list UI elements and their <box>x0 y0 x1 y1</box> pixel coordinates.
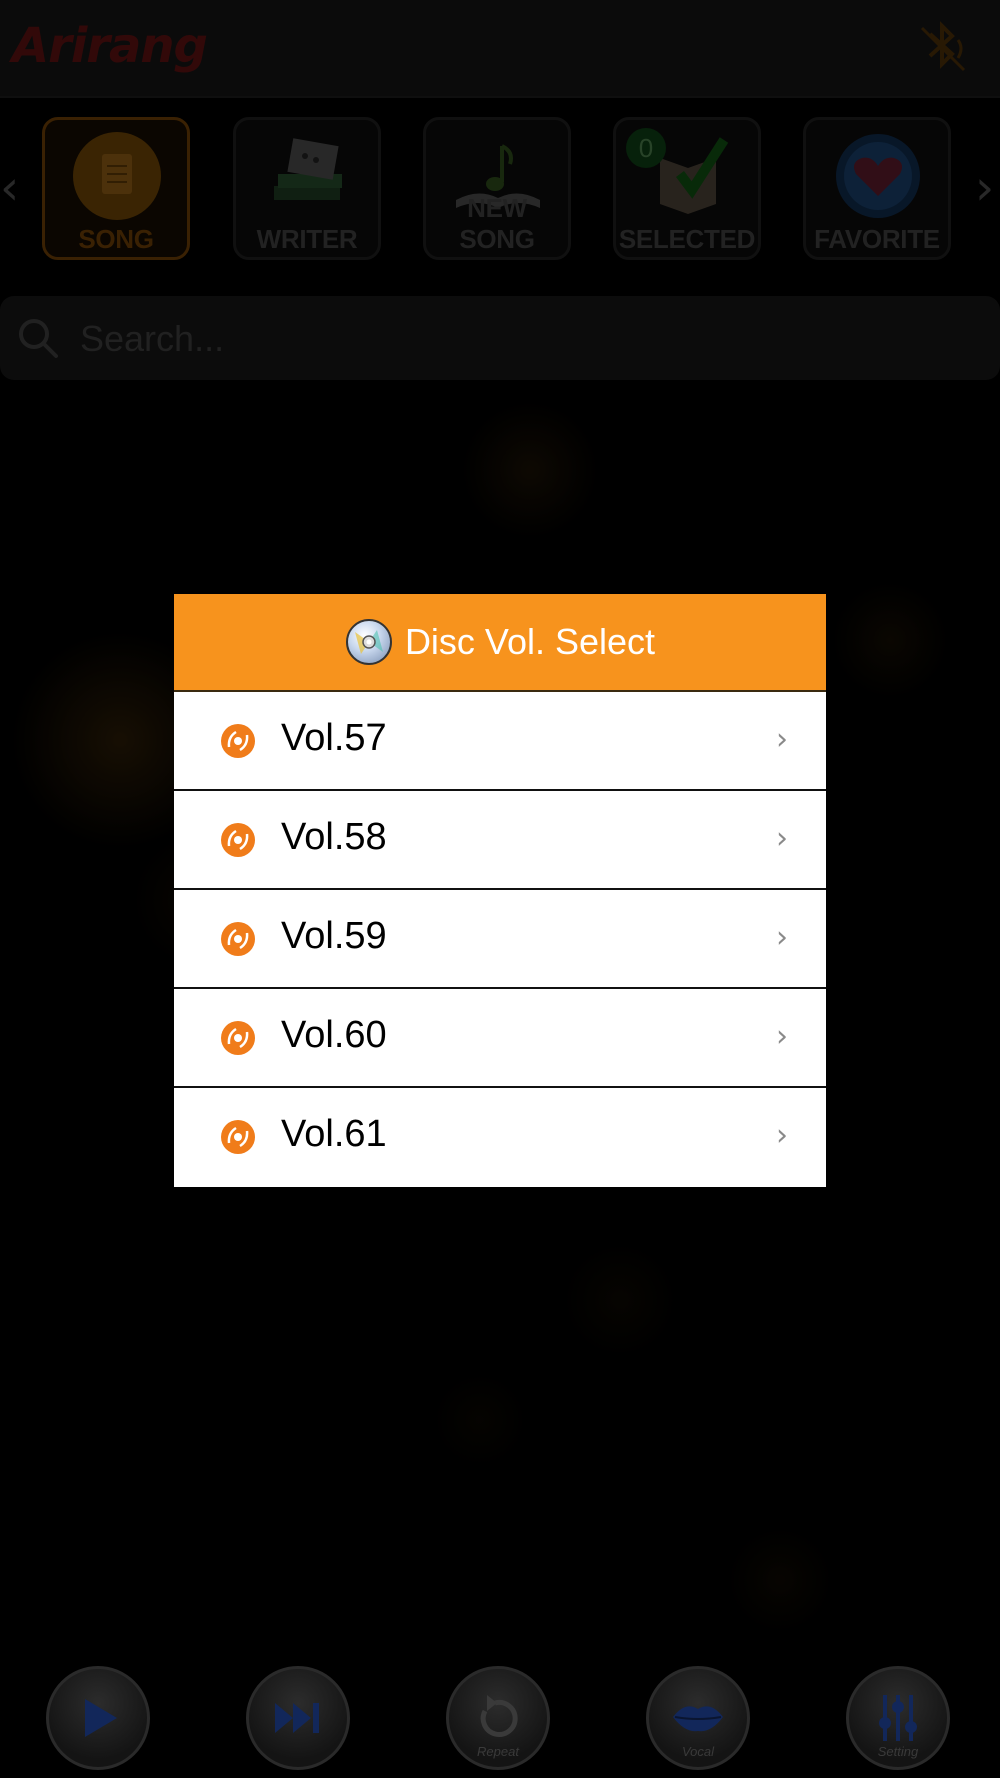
disc-icon <box>221 922 255 956</box>
vol-item-57[interactable]: Vol.57 › <box>174 692 826 791</box>
disc-vol-select-dialog: Disc Vol. Select Vol.57 › Vol.58 › Vol.5… <box>174 594 826 1187</box>
vol-item-label: Vol.61 <box>281 1113 387 1155</box>
disc-icon <box>221 1120 255 1154</box>
play-button[interactable] <box>46 1666 150 1770</box>
vol-item-61[interactable]: Vol.61 › <box>174 1088 826 1187</box>
disc-icon <box>221 823 255 857</box>
disc-icon <box>221 724 255 758</box>
cd-disc-icon <box>345 619 392 665</box>
vocal-button[interactable]: Vocal <box>646 1666 750 1770</box>
chevron-right-icon: › <box>776 920 788 955</box>
disc-icon <box>221 1021 255 1055</box>
vol-item-59[interactable]: Vol.59 › <box>174 890 826 989</box>
next-button[interactable] <box>246 1666 350 1770</box>
play-icon <box>85 1699 117 1737</box>
chevron-right-icon: › <box>776 821 788 856</box>
dialog-header: Disc Vol. Select <box>174 594 826 692</box>
lips-icon <box>673 1706 723 1732</box>
dialog-title: Disc Vol. Select <box>404 621 656 662</box>
repeat-label: Repeat <box>477 1744 519 1759</box>
vol-item-60[interactable]: Vol.60 › <box>174 989 826 1088</box>
vol-item-label: Vol.58 <box>281 816 387 858</box>
vol-item-58[interactable]: Vol.58 › <box>174 791 826 890</box>
chevron-right-icon: › <box>776 1019 788 1054</box>
vol-item-label: Vol.59 <box>281 915 387 957</box>
equalizer-sliders-icon <box>879 1695 917 1741</box>
vol-item-label: Vol.60 <box>281 1014 387 1056</box>
vocal-label: Vocal <box>681 1744 715 1759</box>
setting-button[interactable]: Setting <box>846 1666 950 1770</box>
skip-next-icon <box>275 1703 319 1733</box>
setting-label: Setting <box>877 1744 919 1759</box>
chevron-right-icon: › <box>776 1118 788 1153</box>
chevron-right-icon: › <box>776 722 788 757</box>
repeat-button[interactable]: Repeat <box>446 1666 550 1770</box>
repeat-icon <box>480 1695 518 1737</box>
vol-item-label: Vol.57 <box>281 717 387 759</box>
